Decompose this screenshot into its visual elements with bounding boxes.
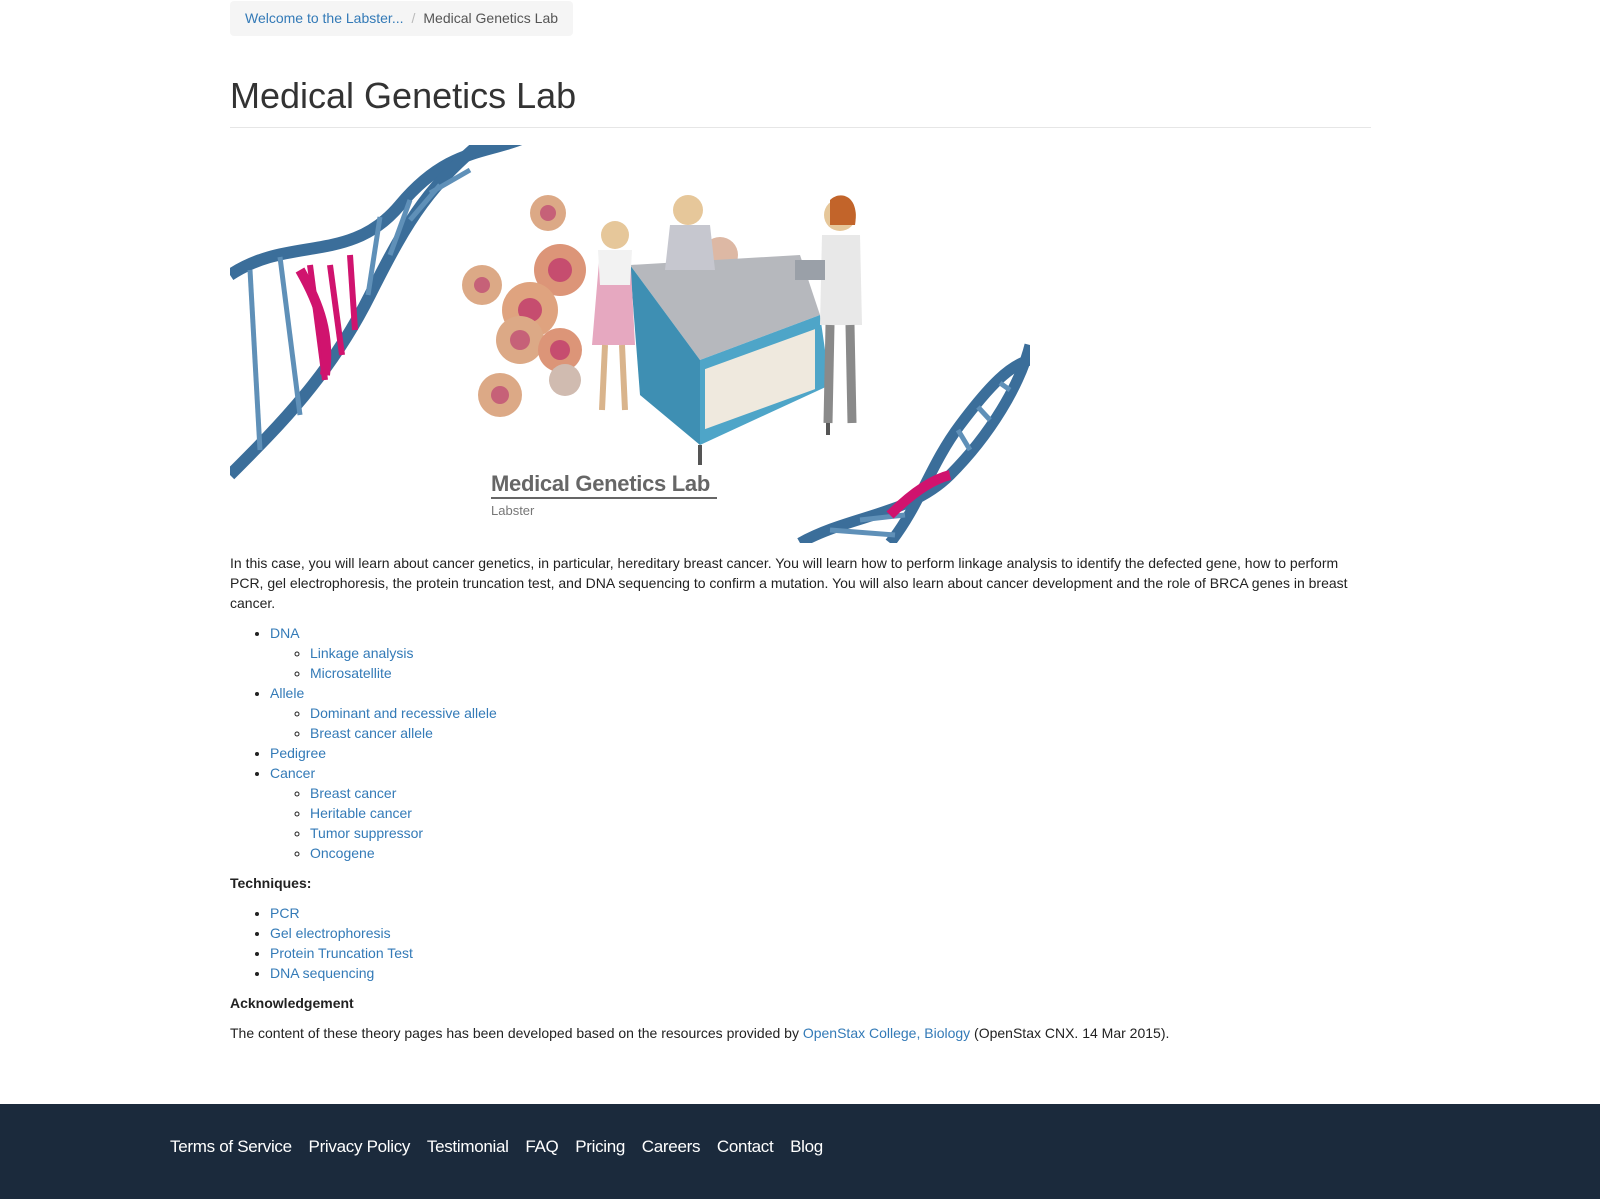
acknowledgement-heading: Acknowledgement xyxy=(230,995,354,1011)
topic-link-cancer[interactable]: Cancer xyxy=(270,765,315,781)
hero-caption: Medical Genetics Lab Labster xyxy=(491,471,717,518)
footer-link-careers[interactable]: Careers xyxy=(642,1137,701,1156)
footer-link-privacy[interactable]: Privacy Policy xyxy=(309,1137,411,1156)
techniques-list: PCR Gel electrophoresis Protein Truncati… xyxy=(230,903,1371,983)
list-item: Breast cancer allele xyxy=(310,723,1371,743)
footer-link-terms[interactable]: Terms of Service xyxy=(170,1137,292,1156)
technique-link-dna-sequencing[interactable]: DNA sequencing xyxy=(270,965,374,981)
breadcrumb-home-link[interactable]: Welcome to the Labster... xyxy=(245,10,404,26)
list-item: Pedigree xyxy=(270,743,1371,763)
footer-link-contact[interactable]: Contact xyxy=(717,1137,774,1156)
breadcrumb-current: Medical Genetics Lab xyxy=(423,10,559,26)
topic-link-tumor-suppressor[interactable]: Tumor suppressor xyxy=(310,825,423,841)
technique-link-protein-truncation-test[interactable]: Protein Truncation Test xyxy=(270,945,413,961)
list-item: Microsatellite xyxy=(310,663,1371,683)
footer-link-pricing[interactable]: Pricing xyxy=(575,1137,625,1156)
topic-link-breast-cancer[interactable]: Breast cancer xyxy=(310,785,396,801)
topic-link-heritable-cancer[interactable]: Heritable cancer xyxy=(310,805,412,821)
list-item: Allele Dominant and recessive allele Bre… xyxy=(270,683,1371,743)
list-item: Linkage analysis xyxy=(310,643,1371,663)
list-item: Breast cancer xyxy=(310,783,1371,803)
hospital-bed xyxy=(630,255,830,465)
dna-helix-left xyxy=(230,145,523,480)
acknowledgement-text-before: The content of these theory pages has be… xyxy=(230,1025,803,1041)
techniques-heading: Techniques: xyxy=(230,875,312,891)
list-item: DNA Linkage analysis Microsatellite xyxy=(270,623,1371,683)
list-item: DNA sequencing xyxy=(270,963,1371,983)
topic-link-breast-cancer-allele[interactable]: Breast cancer allele xyxy=(310,725,433,741)
list-item: Heritable cancer xyxy=(310,803,1371,823)
list-item: Dominant and recessive allele xyxy=(310,703,1371,723)
footer-links: Terms of Service Privacy Policy Testimon… xyxy=(170,1137,835,1157)
topic-link-pedigree[interactable]: Pedigree xyxy=(270,745,326,761)
topic-link-dominant-recessive-allele[interactable]: Dominant and recessive allele xyxy=(310,705,497,721)
topic-link-oncogene[interactable]: Oncogene xyxy=(310,845,375,861)
topic-link-linkage-analysis[interactable]: Linkage analysis xyxy=(310,645,414,661)
topic-link-dna[interactable]: DNA xyxy=(270,625,300,641)
breadcrumb: Welcome to the Labster... / Medical Geneti… xyxy=(230,1,574,36)
openstax-link[interactable]: OpenStax College, Biology xyxy=(803,1025,970,1041)
page-title: Medical Genetics Lab xyxy=(230,74,1371,128)
footer-link-faq[interactable]: FAQ xyxy=(525,1137,558,1156)
list-item: Protein Truncation Test xyxy=(270,943,1371,963)
footer: Terms of Service Privacy Policy Testimon… xyxy=(0,1104,1600,1199)
acknowledgement-paragraph: The content of these theory pages has be… xyxy=(230,1023,1371,1043)
topic-link-microsatellite[interactable]: Microsatellite xyxy=(310,665,392,681)
acknowledgement-text-after: (OpenStax CNX. 14 Mar 2015). xyxy=(970,1025,1170,1041)
breadcrumb-separator: / xyxy=(411,10,416,26)
hero-image: Medical Genetics Lab Labster xyxy=(230,145,1030,543)
technique-link-pcr[interactable]: PCR xyxy=(270,905,300,921)
technique-link-gel-electrophoresis[interactable]: Gel electrophoresis xyxy=(270,925,391,941)
list-item: Gel electrophoresis xyxy=(270,923,1371,943)
content-body: In this case, you will learn about cance… xyxy=(230,553,1371,1053)
hero-caption-subtitle: Labster xyxy=(491,503,535,518)
list-item: Tumor suppressor xyxy=(310,823,1371,843)
footer-link-testimonial[interactable]: Testimonial xyxy=(427,1137,509,1156)
list-item: PCR xyxy=(270,903,1371,923)
footer-link-blog[interactable]: Blog xyxy=(790,1137,823,1156)
topic-link-allele[interactable]: Allele xyxy=(270,685,304,701)
topics-list: DNA Linkage analysis Microsatellite Alle… xyxy=(230,623,1371,863)
intro-paragraph: In this case, you will learn about cance… xyxy=(230,555,1348,611)
hero-caption-title: Medical Genetics Lab xyxy=(491,471,717,499)
list-item: Cancer Breast cancer Heritable cancer Tu… xyxy=(270,763,1371,863)
nurse-figure xyxy=(592,221,635,411)
list-item: Oncogene xyxy=(310,843,1371,863)
dna-helix-right xyxy=(797,343,1030,543)
patient-figure xyxy=(665,195,715,270)
main-container: Welcome to the Labster... / Medical Geneti… xyxy=(230,0,1371,1041)
